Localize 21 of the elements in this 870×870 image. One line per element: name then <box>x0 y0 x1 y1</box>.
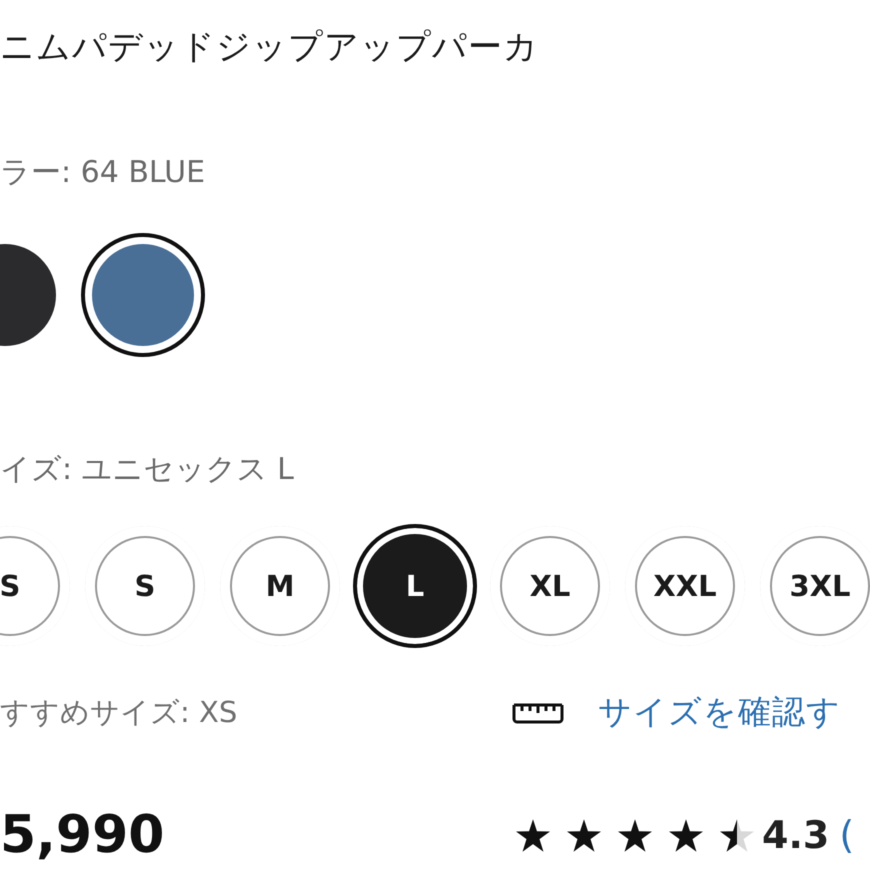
star-icon <box>618 818 652 852</box>
size-option[interactable]: L <box>353 524 477 648</box>
size-option[interactable]: S <box>0 524 72 648</box>
recommended-size: すすめサイズ: XS <box>0 694 238 730</box>
size-guide-link[interactable]: サイズを確認す <box>598 690 841 735</box>
size-label: イズ: ユニセックス L <box>0 451 295 489</box>
star-icon <box>567 818 601 852</box>
star-icon <box>720 818 754 852</box>
star-icon <box>516 818 550 852</box>
price: 5,990 <box>0 805 166 865</box>
review-count[interactable]: ( <box>839 813 854 857</box>
size-option[interactable]: S <box>83 524 207 648</box>
size-option[interactable]: XL <box>488 524 612 648</box>
size-option[interactable]: XXL <box>623 524 747 648</box>
star-icon <box>669 818 703 852</box>
ruler-icon <box>512 702 564 724</box>
color-label: ラー: 64 BLUE <box>0 154 206 192</box>
size-option[interactable]: 3XL <box>758 524 870 648</box>
size-option[interactable]: M <box>218 524 342 648</box>
rating-value: 4.3 <box>762 813 830 857</box>
product-title: ニムパデッドジップアップパーカ <box>0 26 540 69</box>
